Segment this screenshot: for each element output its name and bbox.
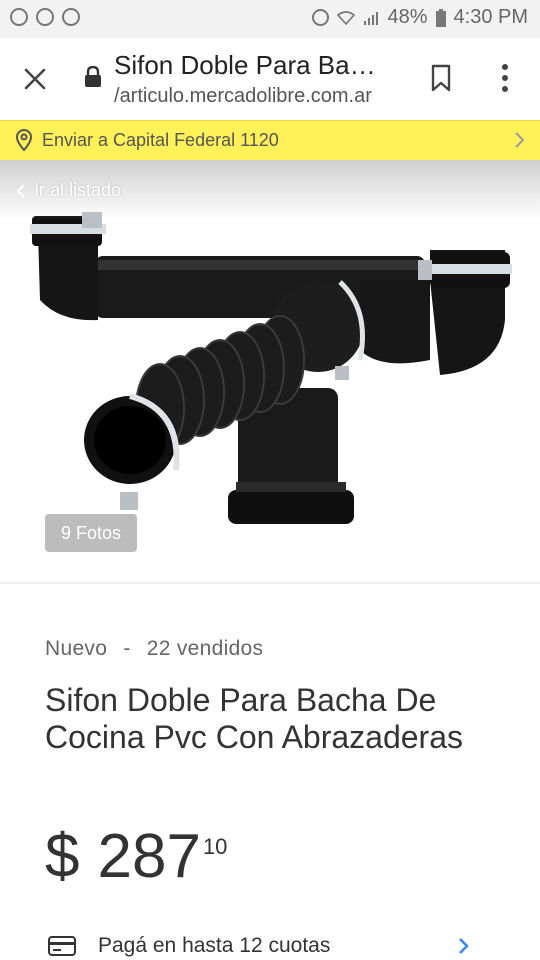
chevron-right-icon [458,936,470,956]
clock: 4:30 PM [453,6,528,28]
whatsapp-icon [10,8,28,26]
soccer-icon [36,8,54,26]
browser-toolbar: Sifon Doble Para Ba… /articulo.mercadoli… [0,38,540,120]
url-host: articulo.mercadolibre.com.ar [119,85,372,107]
close-icon[interactable] [22,66,48,92]
signal-icon [363,10,379,26]
shipping-location-text: Enviar a Capital Federal 1120 [42,130,279,150]
gallery-divider [0,582,540,584]
price-currency-symbol: $ [45,822,80,891]
product-condition-line: Nuevo - 22 vendidos [45,637,263,661]
bookmark-icon[interactable] [430,64,452,92]
url-domain[interactable]: /articulo.mercadolibre.com.ar [114,85,372,108]
price-integer: 287 [97,822,201,891]
battery-icon [435,8,446,27]
location-pin-icon [14,129,34,152]
product-title: Sifon Doble Para Bacha De Cocina Pvc Con… [45,682,463,755]
shipping-location-bar[interactable]: Enviar a Capital Federal 1120 [0,120,540,160]
sold-count: 22 vendidos [146,637,264,660]
notification-icons [10,8,80,26]
back-to-listing-link[interactable]: Ir al listado [16,180,121,201]
price-cents: 10 [202,834,228,859]
back-link-label: Ir al listado [34,180,122,200]
lock-icon[interactable] [84,65,102,88]
menu-icon[interactable] [500,62,510,94]
chevron-right-icon [514,130,526,150]
alarm-icon [312,9,330,26]
status-bar: 48% 4:30 PM [0,0,540,38]
credit-card-icon [48,936,76,956]
account-icon [62,8,80,26]
chevron-left-icon [16,183,26,199]
condition-label: Nuevo [45,637,108,660]
product-gallery[interactable]: Ir al listado 9 Fotos [0,160,540,582]
installments-text: Pagá en hasta 12 cuotas [98,934,331,957]
battery-percent: 48% [387,6,428,28]
photos-count-badge[interactable]: 9 Fotos [45,514,137,552]
condition-separator: - [123,637,131,660]
product-price: $ 287 10 [45,822,227,892]
page-title[interactable]: Sifon Doble Para Ba… [114,50,404,81]
installments-row[interactable]: Pagá en hasta 12 cuotas [0,922,540,960]
wifi-icon [337,10,356,25]
system-icons: 48% 4:30 PM [312,6,528,29]
